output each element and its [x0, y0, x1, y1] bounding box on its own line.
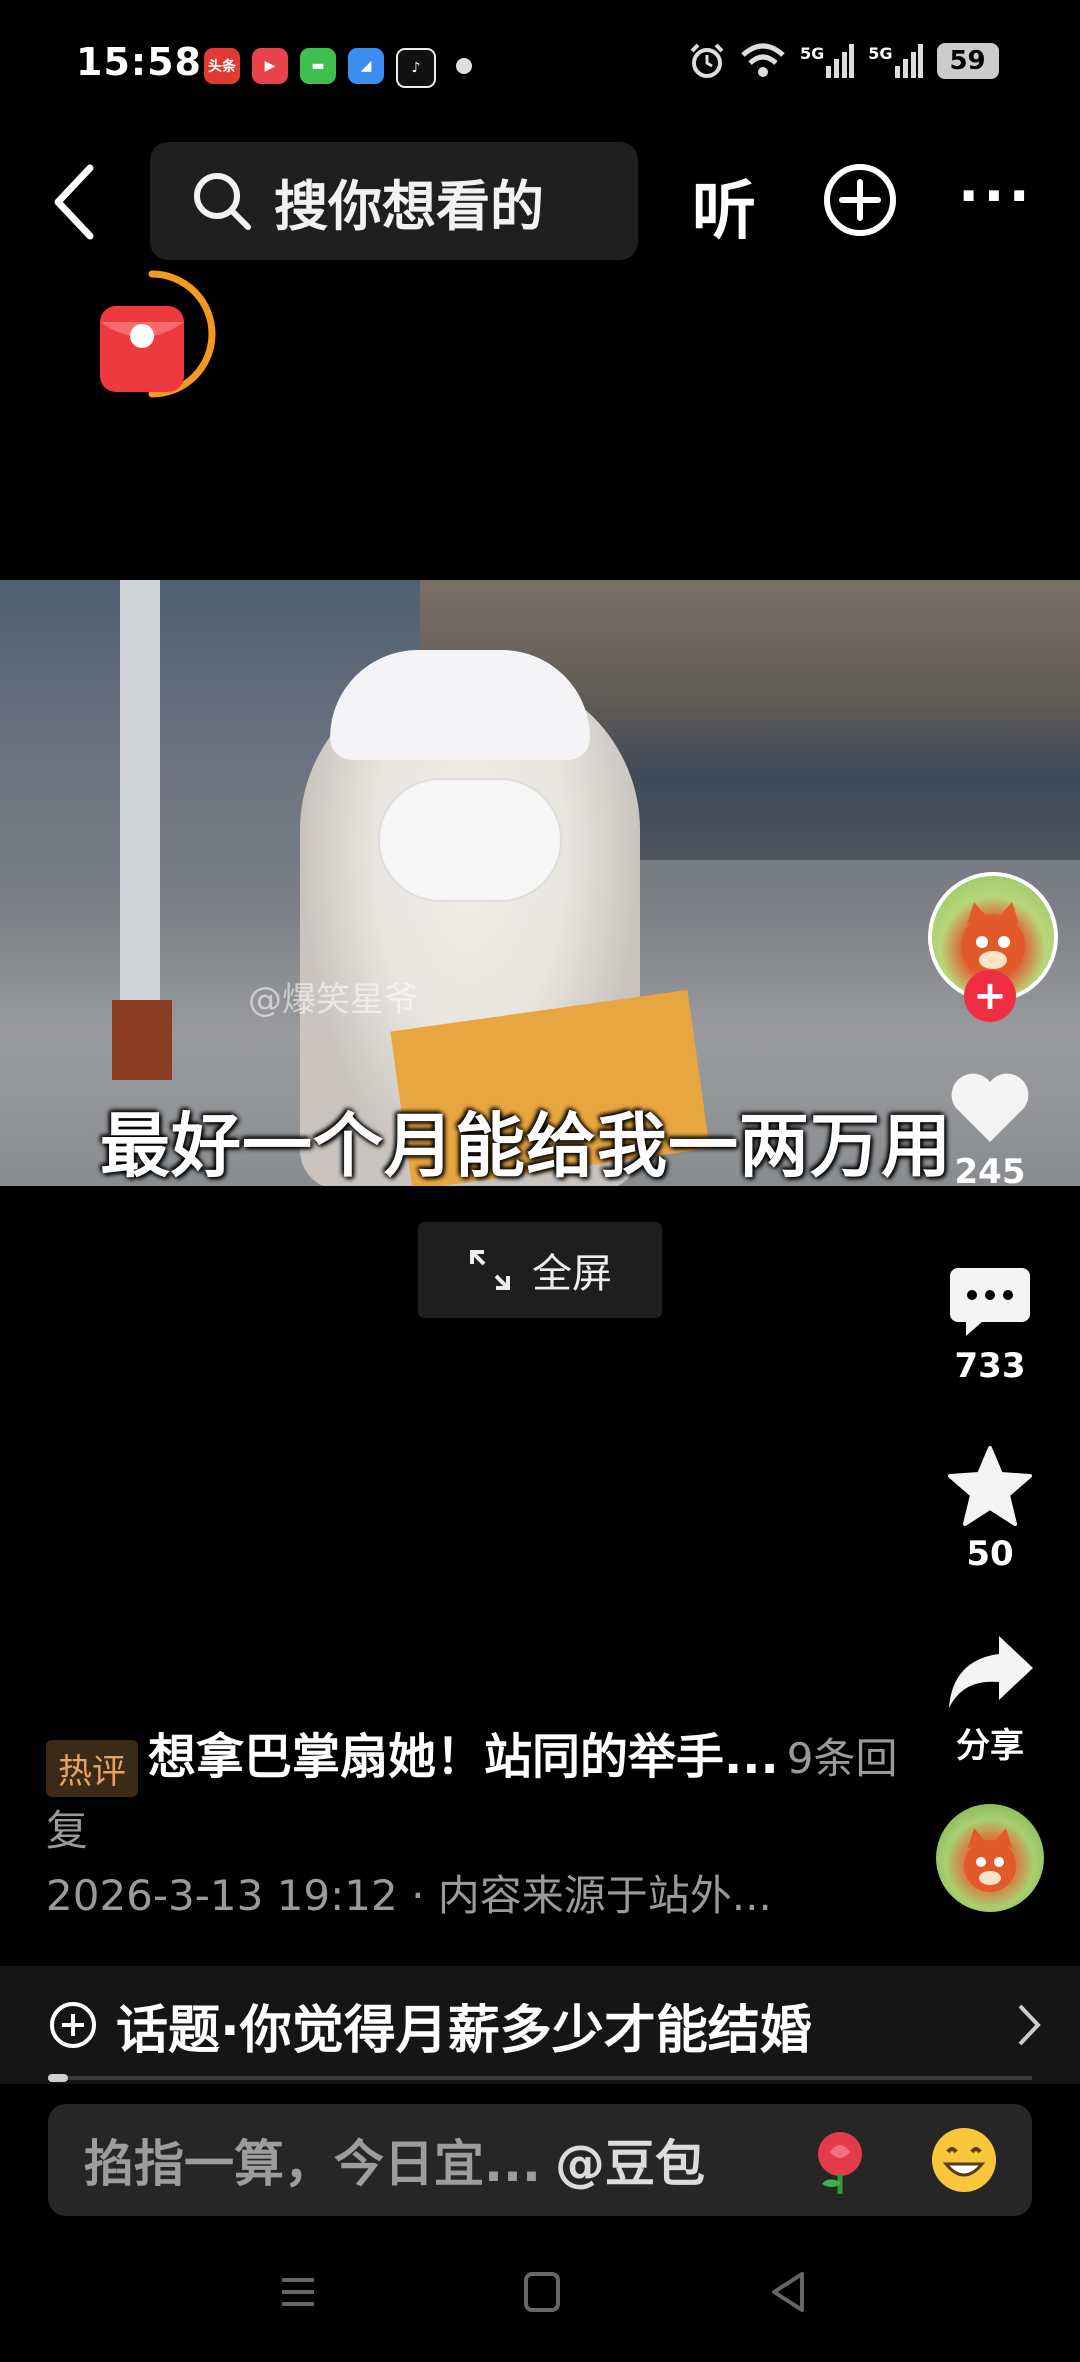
more-icon[interactable]: ···: [958, 164, 1034, 229]
home-nav-icon[interactable]: [522, 2270, 562, 2314]
favorite-count: 50: [966, 1534, 1014, 1574]
rose-emoji-icon[interactable]: [804, 2124, 876, 2196]
share-button[interactable]: 分享: [940, 1632, 1040, 1767]
video-subtitle: 最好一个月能给我一两万用: [100, 1105, 952, 1186]
comment-input[interactable]: 掐指一算，今日宜... @豆包: [48, 2104, 1032, 2216]
video-face-mask: [380, 780, 560, 900]
browser-icon: ◢: [348, 48, 384, 84]
signal-2: 5G: [868, 44, 923, 78]
menu-nav-icon[interactable]: [276, 2270, 320, 2314]
signal-1: 5G: [800, 44, 855, 78]
tiktok-icon: ♪: [396, 48, 436, 88]
grin-emoji-icon[interactable]: [928, 2124, 1000, 2196]
star-icon: [948, 1446, 1032, 1526]
fox-disc-icon: [964, 1828, 1016, 1892]
fullscreen-label: 全屏: [532, 1251, 612, 1297]
search-icon: [194, 173, 251, 230]
video-watermark: @爆笑星爷: [248, 980, 418, 1020]
comment-count: 733: [954, 1346, 1026, 1386]
video-progress-fill: [48, 2074, 68, 2082]
hot-comment[interactable]: 热评 想拿巴掌扇她！站同的举手... 9条回复: [46, 1722, 906, 1858]
share-icon: [949, 1636, 1033, 1708]
signal-icon: [826, 44, 855, 78]
topic-label: 话题·你觉得月薪多少才能结婚: [116, 2000, 812, 2061]
comment-mention: @豆包: [554, 2135, 705, 2193]
hot-comment-text: 想拿巴掌扇她！站同的举手...: [148, 1729, 779, 1785]
toutiao-icon: 头条: [204, 48, 240, 84]
video-progress-track[interactable]: [48, 2076, 1032, 2080]
share-label: 分享: [956, 1726, 1024, 1766]
signal-icon: [894, 44, 923, 78]
like-button[interactable]: 245: [940, 1070, 1040, 1192]
battery-level: 59: [949, 46, 986, 76]
notification-icons: 头条 ▶ ▬ ◢ ♪: [204, 48, 472, 88]
more-notifications-dot: [456, 58, 472, 74]
add-icon[interactable]: [822, 162, 898, 238]
follow-button[interactable]: +: [964, 970, 1016, 1022]
heart-icon: [951, 1073, 1029, 1142]
hot-comment-tag: 热评: [46, 1740, 138, 1797]
post-meta: 2026-3-13 19:12 · 内容来源于站外...: [46, 1871, 772, 1920]
fullscreen-button[interactable]: 全屏: [418, 1222, 662, 1318]
back-nav-icon[interactable]: [768, 2270, 808, 2314]
video-pole-base: [112, 1000, 172, 1080]
alarm-icon: [690, 43, 724, 78]
chevron-right-icon: [1018, 2004, 1041, 2046]
topic-add-icon: [50, 2002, 96, 2048]
video-icon: ▶: [252, 48, 288, 84]
expand-icon: [470, 1250, 510, 1290]
comment-icon: [950, 1268, 1030, 1336]
topic-bar[interactable]: 话题·你觉得月薪多少才能结婚: [0, 1966, 1080, 2084]
red-envelope-icon[interactable]: [92, 270, 222, 400]
comment-placeholder: 掐指一算，今日宜...: [84, 2135, 541, 2193]
message-icon: ▬: [300, 48, 336, 84]
video-cap: [330, 650, 590, 760]
video-player[interactable]: @爆笑星爷 最好一个月能给我一两万用: [0, 580, 1080, 1186]
network-type-1: 5G: [800, 44, 825, 63]
music-disc[interactable]: [936, 1804, 1044, 1912]
network-type-2: 5G: [868, 44, 893, 63]
search-box[interactable]: 搜你想看的: [150, 142, 638, 260]
comment-button[interactable]: 733: [940, 1264, 1040, 1386]
battery-indicator: 59: [936, 43, 999, 79]
toutiao-label: 头条: [208, 59, 236, 75]
search-placeholder: 搜你想看的: [274, 174, 544, 238]
favorite-button[interactable]: 50: [940, 1444, 1040, 1574]
back-icon[interactable]: [50, 162, 100, 242]
status-time: 15:58: [76, 40, 202, 84]
listen-button[interactable]: 听: [692, 160, 756, 252]
like-count: 245: [954, 1152, 1026, 1192]
wifi-icon: [741, 43, 785, 77]
status-indicators: 5G 5G 59: [688, 42, 999, 80]
